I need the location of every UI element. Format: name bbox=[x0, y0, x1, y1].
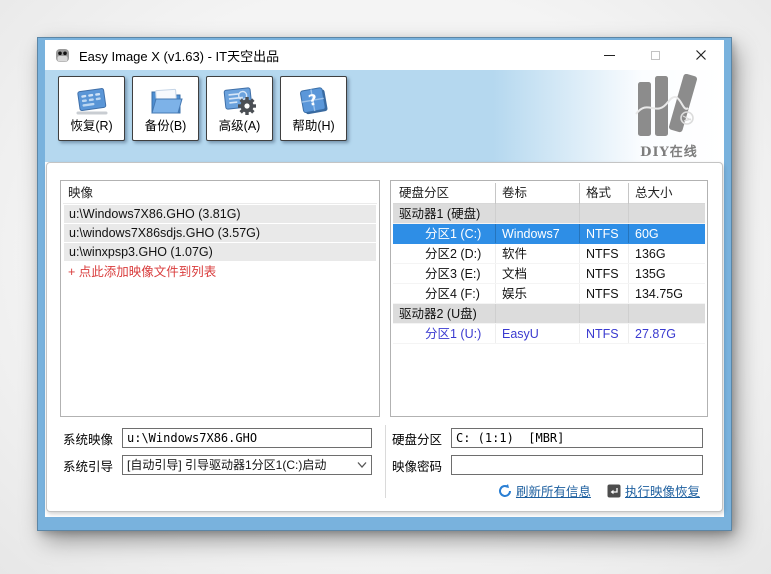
form-divider bbox=[385, 425, 386, 498]
execute-restore-label: 执行映像恢复 bbox=[624, 485, 700, 499]
column-header-volume-label: 卷标 bbox=[495, 183, 579, 204]
add-image-link[interactable]: + 点此添加映像文件到列表 bbox=[63, 262, 377, 282]
image-password-input[interactable] bbox=[451, 455, 703, 475]
help-button[interactable]: ? 帮助(H) bbox=[280, 76, 347, 141]
table-cell: 分区2 (D:) bbox=[425, 247, 482, 261]
image-list-item[interactable]: u:\Windows7X86.GHO (3.81G) bbox=[64, 205, 376, 223]
backup-button-label: 备份(B) bbox=[144, 118, 187, 133]
advanced-button-label: 高级(A) bbox=[218, 118, 261, 133]
table-cell: 分区1 (U:) bbox=[425, 327, 482, 341]
maximize-icon bbox=[650, 50, 660, 60]
restore-form: 系统映像 系统引导 [自动引导] 引导驱动器1分区1(C:)启动 bbox=[47, 423, 722, 511]
system-boot-select[interactable]: [自动引导] 引导驱动器1分区1(C:)启动 bbox=[122, 455, 372, 475]
partition-rows: 驱动器1 (硬盘) 分区1 (C:) Windows7 NTFS 60G 分区2 (D:)… bbox=[393, 204, 705, 344]
advanced-icon bbox=[223, 86, 256, 115]
table-cell: 驱动器1 (硬盘) bbox=[399, 207, 481, 221]
help-button-label: 帮助(H) bbox=[292, 118, 335, 133]
close-button[interactable] bbox=[678, 41, 724, 69]
brand-logo-icon bbox=[635, 73, 698, 136]
help-icon: ? bbox=[299, 86, 328, 114]
title-bar[interactable]: Easy Image X (v1.63) - IT天空出品 bbox=[45, 40, 724, 70]
table-cell: 文档 bbox=[495, 264, 579, 283]
drive-group-row[interactable]: 驱动器2 (U盘) bbox=[393, 304, 705, 324]
backup-icon bbox=[150, 88, 183, 113]
desktop-background: Easy Image X (v1.63) - IT天空出品 恢复(R) 备份(B… bbox=[0, 0, 771, 574]
disk-partition-input[interactable] bbox=[451, 428, 703, 448]
image-list-item[interactable]: u:\winxpsp3.GHO (1.07G) bbox=[64, 243, 376, 261]
partition-table-panel: 硬盘分区 卷标 格式 总大小 驱动器1 (硬盘) 分区1 (C:) Windows7… bbox=[390, 180, 708, 417]
table-cell: NTFS bbox=[579, 284, 628, 303]
brand-logo-text: DIY在线 bbox=[640, 145, 698, 160]
table-cell: NTFS bbox=[579, 224, 628, 243]
chevron-down-icon bbox=[357, 462, 367, 468]
app-window: Easy Image X (v1.63) - IT天空出品 恢复(R) 备份(B… bbox=[38, 38, 731, 530]
window-title: Easy Image X (v1.63) - IT天空出品 bbox=[79, 48, 280, 64]
partition-row[interactable]: 分区2 (D:) 软件 NTFS 136G bbox=[393, 244, 705, 264]
execute-restore-link[interactable]: 执行映像恢复 bbox=[607, 481, 700, 500]
maximize-button[interactable] bbox=[632, 41, 678, 69]
column-header-partition: 硬盘分区 bbox=[399, 186, 450, 200]
table-cell: 分区1 (C:) bbox=[425, 227, 482, 241]
brand-logo: DIY在线 bbox=[626, 73, 712, 160]
refresh-all-label: 刷新所有信息 bbox=[515, 485, 591, 499]
table-cell: 27.87G bbox=[628, 324, 705, 343]
system-boot-label: 系统引导 bbox=[63, 459, 114, 474]
system-boot-selected-value: [自动引导] 引导驱动器1分区1(C:)启动 bbox=[127, 458, 327, 472]
content-area: 映像 u:\Windows7X86.GHO (3.81G) u:\windows7… bbox=[46, 162, 723, 512]
refresh-all-link[interactable]: 刷新所有信息 bbox=[498, 481, 591, 500]
refresh-icon bbox=[498, 483, 511, 497]
partition-table-header: 硬盘分区 卷标 格式 总大小 bbox=[393, 183, 705, 204]
toolbar: 恢复(R) 备份(B) 高级(A) ? 帮助(H) DIY在线 bbox=[45, 70, 724, 162]
drive-group-row[interactable]: 驱动器1 (硬盘) bbox=[393, 204, 705, 224]
table-cell: 娱乐 bbox=[495, 284, 579, 303]
image-list-header: 映像 bbox=[63, 183, 377, 204]
disk-partition-label: 硬盘分区 bbox=[392, 432, 443, 447]
system-image-label: 系统映像 bbox=[63, 432, 114, 447]
minimize-icon bbox=[603, 54, 615, 56]
table-cell: NTFS bbox=[579, 244, 628, 263]
table-cell: 136G bbox=[628, 244, 705, 263]
advanced-button[interactable]: 高级(A) bbox=[206, 76, 273, 141]
table-cell bbox=[628, 204, 705, 223]
partition-row[interactable]: 分区3 (E:) 文档 NTFS 135G bbox=[393, 264, 705, 284]
table-cell: 135G bbox=[628, 264, 705, 283]
restore-icon bbox=[76, 87, 107, 114]
image-password-label: 映像密码 bbox=[392, 459, 443, 474]
enter-key-icon bbox=[607, 484, 621, 497]
table-cell bbox=[495, 304, 579, 323]
table-cell: NTFS bbox=[579, 324, 628, 343]
partition-row[interactable]: 分区4 (F:) 娱乐 NTFS 134.75G bbox=[393, 284, 705, 304]
image-list-panel: 映像 u:\Windows7X86.GHO (3.81G) u:\windows7… bbox=[60, 180, 380, 417]
partition-row[interactable]: 分区1 (U:) EasyU NTFS 27.87G bbox=[393, 324, 705, 344]
close-icon bbox=[696, 50, 706, 60]
column-header-total-size: 总大小 bbox=[628, 183, 705, 204]
system-image-input[interactable] bbox=[122, 428, 372, 448]
backup-button[interactable]: 备份(B) bbox=[132, 76, 199, 141]
minimize-button[interactable] bbox=[586, 41, 632, 69]
table-cell: 分区4 (F:) bbox=[425, 287, 480, 301]
restore-button[interactable]: 恢复(R) bbox=[58, 76, 125, 141]
table-cell bbox=[495, 204, 579, 223]
table-cell: 分区3 (E:) bbox=[425, 267, 481, 281]
column-header-format: 格式 bbox=[579, 183, 628, 204]
table-cell: 软件 bbox=[495, 244, 579, 263]
table-cell: NTFS bbox=[579, 264, 628, 283]
table-cell bbox=[579, 304, 628, 323]
table-cell: 60G bbox=[628, 224, 705, 243]
partition-row[interactable]: 分区1 (C:) Windows7 NTFS 60G bbox=[393, 224, 705, 244]
image-list-item[interactable]: u:\windows7X86sdjs.GHO (3.57G) bbox=[64, 224, 376, 242]
app-icon bbox=[56, 48, 69, 62]
table-cell: Windows7 bbox=[495, 224, 579, 243]
image-list-items: u:\Windows7X86.GHO (3.81G) u:\windows7X86… bbox=[63, 205, 377, 261]
table-cell bbox=[579, 204, 628, 223]
table-cell: EasyU bbox=[495, 324, 579, 343]
table-cell bbox=[628, 304, 705, 323]
table-cell: 134.75G bbox=[628, 284, 705, 303]
table-cell: 驱动器2 (U盘) bbox=[399, 307, 477, 321]
restore-button-label: 恢复(R) bbox=[70, 118, 113, 133]
